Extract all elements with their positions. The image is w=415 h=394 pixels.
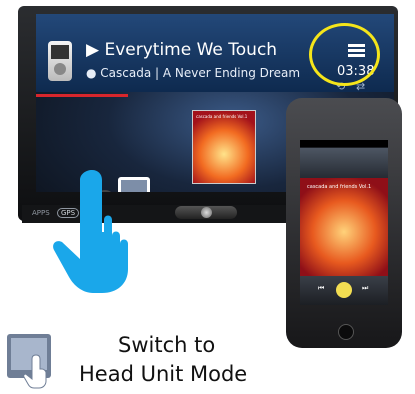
person-icon: ● xyxy=(86,66,101,80)
play-icon: ▶ xyxy=(86,40,105,60)
phone-album-art xyxy=(300,178,388,276)
ipod-icon xyxy=(48,41,72,81)
hand-pointer-icon xyxy=(53,170,128,293)
next-icon[interactable]: ⏭ xyxy=(362,284,368,293)
progress-bar xyxy=(36,94,128,97)
phone-art-title: cascada and friends Vol.1 xyxy=(307,184,372,190)
phone-play-button[interactable] xyxy=(336,282,352,298)
tablet-touch-icon xyxy=(7,334,51,389)
previous-icon[interactable]: ⏮ xyxy=(318,284,324,293)
caption-line-2: Head Unit Mode xyxy=(79,362,248,386)
artist-line: ● Cascada | A Never Ending Dream xyxy=(86,66,301,80)
highlight-circle xyxy=(309,23,380,86)
album-art: cascada and friends Vol.1 xyxy=(192,110,256,184)
phone-status-bar xyxy=(300,140,388,147)
volume-knob[interactable] xyxy=(175,206,237,219)
caption-line-1: Switch to xyxy=(118,333,216,357)
phone-screen: cascada and friends Vol.1 ⏮ ⏭ xyxy=(300,140,388,305)
home-button[interactable] xyxy=(338,324,354,340)
song-title: ▶ Everytime We Touch xyxy=(86,40,278,60)
phone-header xyxy=(300,148,388,178)
